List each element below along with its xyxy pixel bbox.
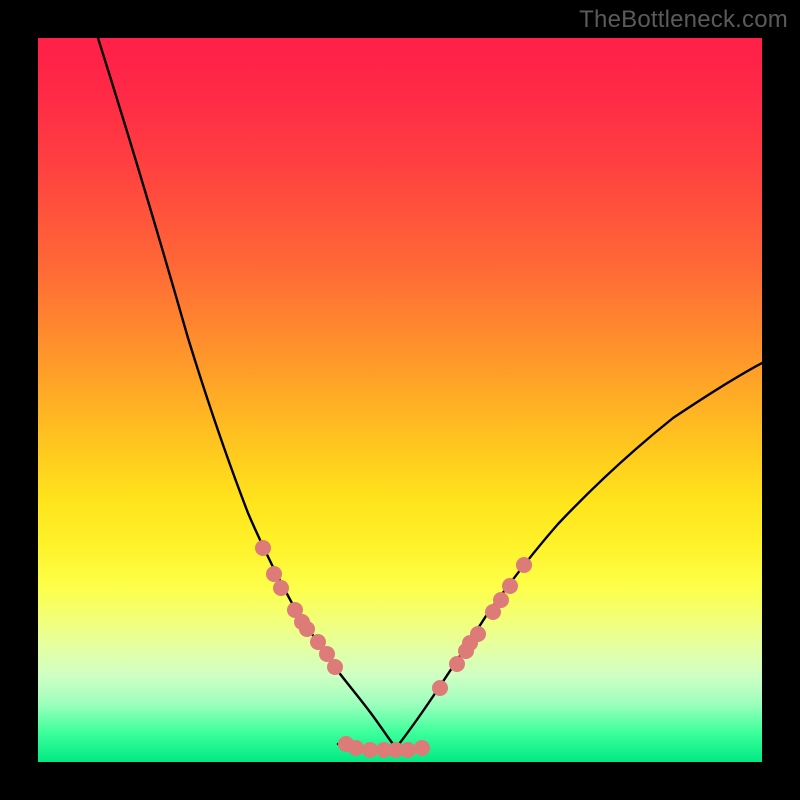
- watermark-text: TheBottleneck.com: [579, 6, 788, 34]
- marker-right: [493, 592, 509, 608]
- marker-right: [432, 680, 448, 696]
- marker-left: [266, 566, 282, 582]
- marker-right: [516, 557, 532, 573]
- curve-svg: [38, 38, 762, 762]
- marker-right: [470, 626, 486, 642]
- curve-left-branch: [98, 38, 396, 748]
- marker-flat: [362, 742, 378, 758]
- marker-left: [273, 580, 289, 596]
- marker-flat: [348, 740, 364, 756]
- chart-plot-area: [38, 38, 762, 762]
- marker-flat: [414, 740, 430, 756]
- marker-right: [502, 578, 518, 594]
- curve-right-branch: [396, 363, 762, 748]
- marker-left: [255, 540, 271, 556]
- marker-left: [299, 621, 315, 637]
- marker-left: [327, 659, 343, 675]
- marker-flat: [400, 742, 416, 758]
- marker-right: [449, 656, 465, 672]
- chart-frame: TheBottleneck.com: [0, 0, 800, 800]
